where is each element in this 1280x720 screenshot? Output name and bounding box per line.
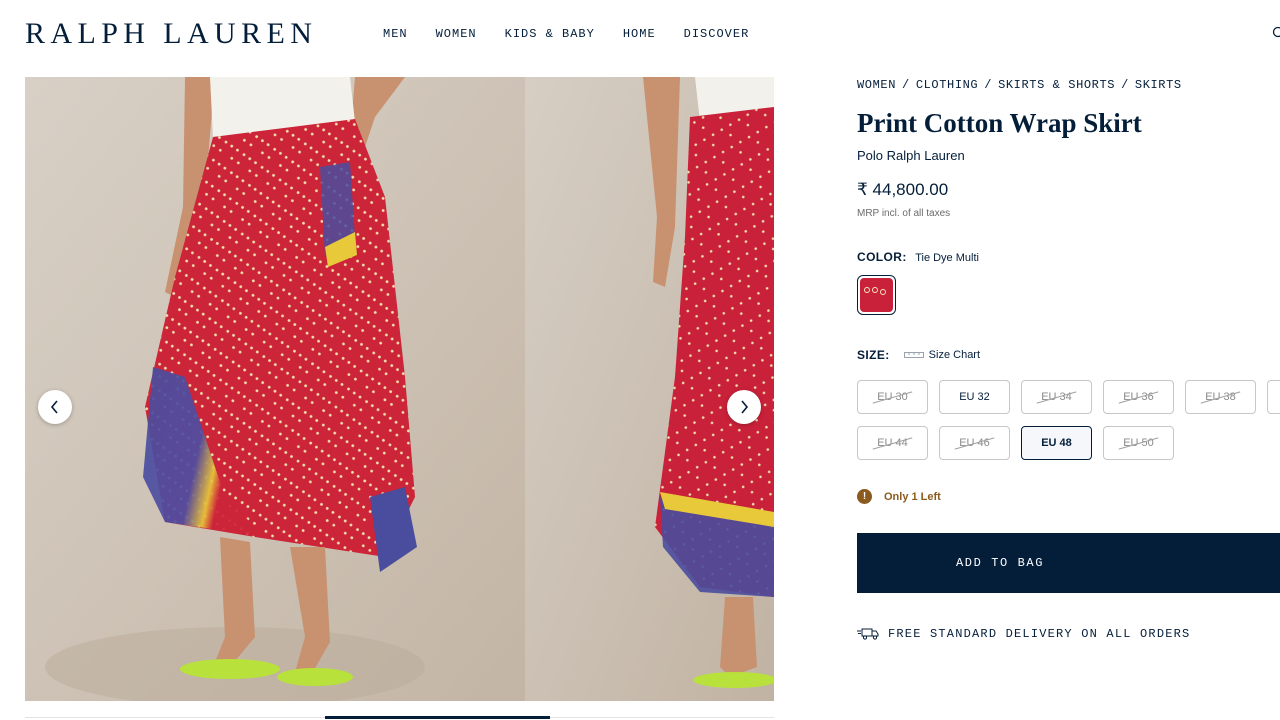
- gallery-next-button[interactable]: [727, 390, 761, 424]
- color-swatch-tie-dye-multi[interactable]: [857, 275, 896, 315]
- size-option-eu-36[interactable]: EU 36: [1103, 380, 1174, 414]
- size-chart-link[interactable]: Size Chart: [929, 349, 980, 361]
- size-option-eu-30[interactable]: EU 30: [857, 380, 928, 414]
- size-option-eu-48[interactable]: EU 48: [1021, 426, 1092, 460]
- nav-item-women[interactable]: WOMEN: [436, 27, 477, 41]
- nav-item-men[interactable]: MEN: [383, 27, 408, 41]
- stock-text: Only 1 Left: [884, 490, 941, 503]
- brand-logo[interactable]: RALPH LAUREN: [25, 17, 317, 51]
- breadcrumb-skirts-shorts[interactable]: SKIRTS & SHORTS: [998, 78, 1115, 92]
- breadcrumb-skirts[interactable]: SKIRTS: [1135, 78, 1182, 92]
- product-title: Print Cotton Wrap Skirt: [857, 108, 1142, 138]
- chevron-left-icon: [50, 400, 58, 414]
- gallery-prev-button[interactable]: [38, 390, 72, 424]
- size-option-eu-46[interactable]: EU 46: [939, 426, 1010, 460]
- nav-item-home[interactable]: HOME: [623, 27, 656, 41]
- product-image-side: [525, 77, 774, 701]
- size-label: SIZE:: [857, 348, 890, 362]
- product-price: ₹ 44,800.00: [857, 180, 949, 199]
- breadcrumb-separator: /: [984, 78, 993, 92]
- size-option-eu-50[interactable]: EU 50: [1103, 426, 1174, 460]
- gallery-progress-indicator: [325, 716, 550, 719]
- breadcrumb: WOMEN / CLOTHING / SKIRTS & SHORTS / SKIRTS: [857, 78, 1182, 92]
- nav-item-discover[interactable]: DISCOVER: [684, 27, 750, 41]
- color-value: Tie Dye Multi: [915, 252, 979, 264]
- nav-item-kids-baby[interactable]: KIDS & BABY: [505, 27, 595, 41]
- size-option-eu-34[interactable]: EU 34: [1021, 380, 1092, 414]
- color-row: COLOR: Tie Dye Multi: [857, 248, 979, 266]
- size-option-partial[interactable]: [1267, 380, 1280, 414]
- truck-icon: [857, 628, 879, 640]
- product-image-front: [25, 77, 525, 701]
- search-icon[interactable]: [1272, 26, 1280, 40]
- main-nav: MEN WOMEN KIDS & BABY HOME DISCOVER: [383, 27, 749, 41]
- product-brand[interactable]: Polo Ralph Lauren: [857, 148, 965, 163]
- product-gallery: [25, 77, 774, 701]
- breadcrumb-separator: /: [902, 78, 910, 92]
- alert-icon: !: [857, 489, 872, 504]
- price-note: MRP incl. of all taxes: [857, 208, 951, 219]
- size-row: SIZE: Size Chart: [857, 348, 980, 362]
- color-label: COLOR:: [857, 250, 907, 264]
- breadcrumb-clothing[interactable]: CLOTHING: [916, 78, 978, 92]
- delivery-notice: FREE STANDARD DELIVERY ON ALL ORDERS: [857, 627, 1190, 641]
- ruler-icon: [903, 352, 924, 358]
- breadcrumb-separator: /: [1121, 78, 1129, 92]
- swatch-pattern: [860, 278, 893, 312]
- stock-notice: ! Only 1 Left: [857, 489, 941, 504]
- chevron-right-icon: [741, 400, 749, 414]
- size-option-eu-44[interactable]: EU 44: [857, 426, 928, 460]
- add-to-bag-button[interactable]: ADD TO BAG: [857, 533, 1280, 593]
- delivery-text: FREE STANDARD DELIVERY ON ALL ORDERS: [888, 627, 1191, 641]
- size-option-eu-32[interactable]: EU 32: [939, 380, 1010, 414]
- breadcrumb-women[interactable]: WOMEN: [857, 78, 896, 92]
- size-option-eu-38[interactable]: EU 38: [1185, 380, 1256, 414]
